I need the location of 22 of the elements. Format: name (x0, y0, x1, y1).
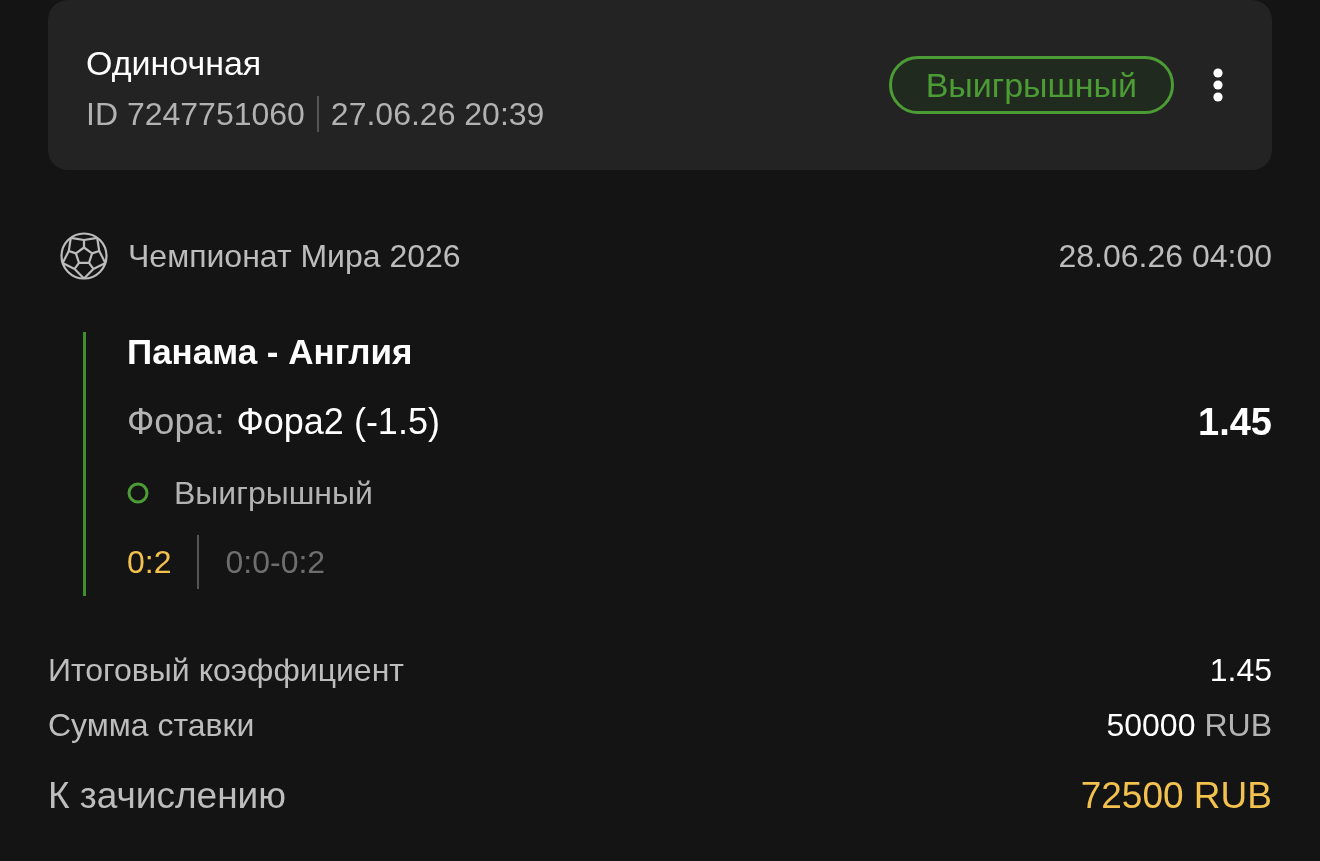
currency-label: RUB (1204, 706, 1272, 744)
more-options-icon[interactable] (1212, 68, 1224, 102)
period-scores: 0:0-0:2 (225, 543, 326, 581)
outcome-status: Выигрышный (174, 474, 373, 512)
odds-value: 1.45 (1198, 400, 1272, 444)
summary-value: 1.45 (1209, 651, 1272, 689)
final-score: 0:2 (127, 543, 172, 581)
market-label: Фора: (127, 401, 225, 443)
bet-type-title: Одиночная (86, 43, 263, 84)
selection-text: Фора2 (-1.5) (236, 401, 441, 443)
payout-amount: 72500 RUB (1080, 775, 1272, 817)
match-start-time: 28.06.26 04:00 (1058, 237, 1272, 275)
status-badge: Выигрышный (888, 56, 1174, 114)
soccer-ball-icon (60, 232, 108, 280)
summary-label: К зачислению (48, 775, 287, 817)
summary-label: Сумма ставки (48, 706, 255, 744)
summary-label: Итоговый коэффициент (48, 651, 404, 689)
bet-id: ID 7247751060 (86, 95, 305, 134)
tournament-name: Чемпионат Мира 2026 (128, 237, 462, 275)
summary-value: 50000 (1106, 706, 1196, 744)
match-title: Панама - Англия (127, 332, 414, 372)
bet-placed-time: 27.06.26 20:39 (330, 95, 545, 134)
